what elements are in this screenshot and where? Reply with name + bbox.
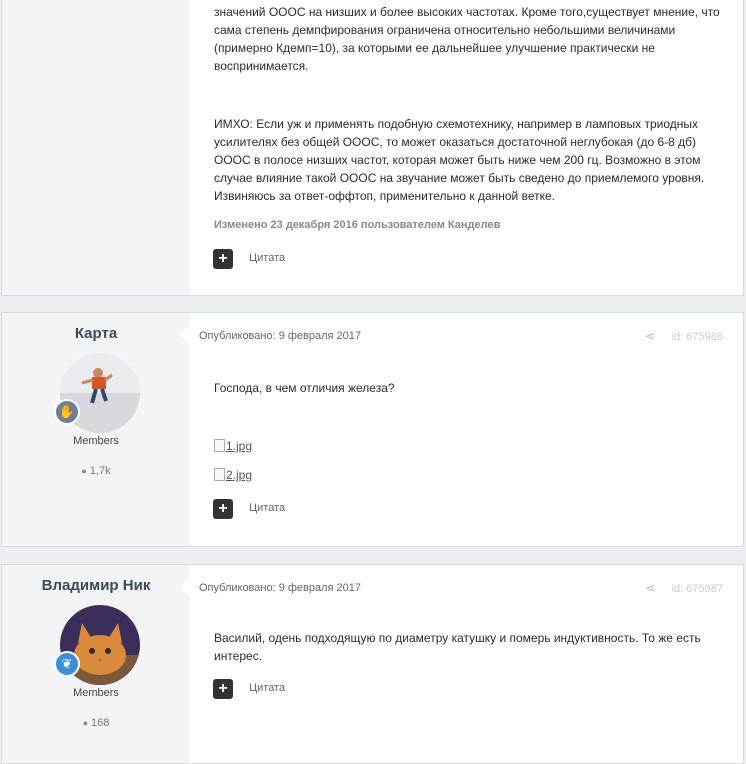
comment-icon: ● — [82, 718, 89, 728]
post-content: Опубликовано: 9 февраля 2017 ⋖ id: 67598… — [180, 313, 743, 546]
speech-arrow — [180, 577, 190, 597]
broken-image-icon — [214, 468, 225, 481]
image-link-1[interactable]: 1.jpg — [214, 439, 252, 453]
speech-arrow — [180, 325, 190, 345]
comment-icon: ● — [81, 466, 87, 476]
share-icon[interactable]: ⋖ — [645, 581, 655, 595]
post-count: ● 168 — [82, 717, 110, 729]
quote-plus-button[interactable]: + — [213, 679, 233, 699]
edited-notice: Изменено 23 декабря 2016 пользователем К… — [214, 219, 501, 231]
post-content: значений ОООС на низших и более высоких … — [190, 0, 743, 295]
post-text: Василий, одень подходящую по диаметру ка… — [214, 631, 701, 663]
post-content: Опубликовано: 9 февраля 2017 ⋖ id: 67598… — [180, 565, 743, 763]
author-column: Карта ✋ Members ● 1,7k — [2, 313, 190, 546]
post-vladimir: Владимир Ник ❦ Members ● 168 Опубликовано… — [1, 564, 744, 764]
author-column-empty — [2, 0, 190, 295]
post-id[interactable]: id: 675987 — [672, 583, 723, 595]
quote-plus-button[interactable]: + — [213, 499, 233, 519]
quote-label[interactable]: Цитата — [249, 682, 285, 694]
member-group: Members — [73, 435, 119, 447]
image-link-2[interactable]: 2.jpg — [214, 468, 252, 482]
member-group: Members — [73, 687, 119, 699]
leaf-badge-icon: ❦ — [54, 651, 80, 677]
rank-badge-icon: ✋ — [54, 399, 80, 425]
broken-image-icon — [214, 439, 225, 452]
author-name[interactable]: Владимир Ник — [2, 577, 190, 594]
quote-plus-button[interactable]: + — [213, 249, 233, 269]
quote-label[interactable]: Цитата — [249, 502, 285, 514]
share-icon[interactable]: ⋖ — [645, 329, 655, 343]
quote-label[interactable]: Цитата — [249, 252, 285, 264]
post-continued: значений ОООС на низших и более высоких … — [1, 0, 744, 296]
published-date[interactable]: Опубликовано: 9 февраля 2017 — [199, 582, 361, 594]
post-paragraph-1: значений ОООС на низших и более высоких … — [214, 5, 720, 73]
post-count: ● 1,7k — [81, 465, 111, 477]
post-paragraph-2: ИМХО: Если уж и применять подобную схемо… — [214, 117, 705, 203]
post-text: Господа, в чем отличия железа? — [214, 381, 395, 395]
post-karta: Карта ✋ Members ● 1,7k Опубликовано: 9 фе… — [1, 312, 744, 547]
published-date[interactable]: Опубликовано: 9 февраля 2017 — [199, 330, 361, 342]
post-id[interactable]: id: 675986 — [672, 331, 723, 343]
author-column: Владимир Ник ❦ Members ● 168 — [2, 565, 190, 763]
author-name[interactable]: Карта — [2, 325, 190, 342]
